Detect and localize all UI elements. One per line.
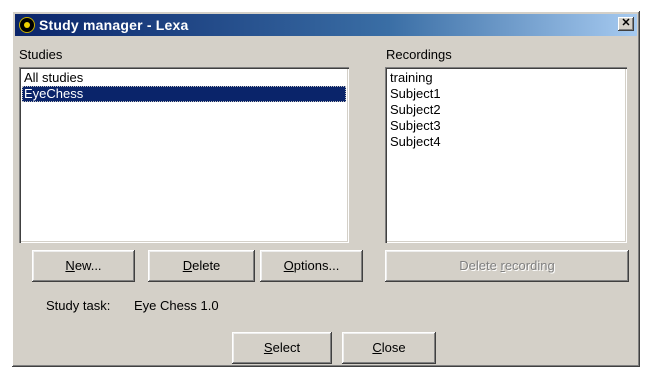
study-manager-window: Study manager - Lexa ✕ Studies Recording… [11, 10, 641, 368]
recordings-list-item[interactable]: Subject1 [388, 86, 624, 102]
recordings-list-item[interactable]: Subject4 [388, 134, 624, 150]
studies-label: Studies [19, 47, 63, 62]
app-eye-icon [19, 17, 35, 33]
close-button-label: lose [381, 340, 406, 355]
delete-button-mnemonic: D [182, 258, 193, 273]
delete-recording-button[interactable]: Delete recording [385, 250, 629, 282]
options-button-mnemonic: O [283, 258, 294, 273]
recordings-list-item[interactable]: Subject3 [388, 118, 624, 134]
new-button-mnemonic: N [65, 258, 75, 273]
studies-list-item-selected[interactable]: EyeChess [22, 86, 346, 102]
recordings-list-item[interactable]: training [388, 70, 624, 86]
close-button-mnemonic: C [372, 340, 382, 355]
select-button-mnemonic: S [263, 340, 273, 355]
delete-button[interactable]: Delete [148, 250, 255, 282]
delete-recording-pre: Delete [459, 258, 501, 273]
new-button[interactable]: New... [32, 250, 135, 282]
close-icon[interactable]: ✕ [618, 17, 634, 31]
select-button[interactable]: Select [232, 332, 332, 364]
options-button[interactable]: Options... [260, 250, 363, 282]
new-button-label: ew... [74, 258, 102, 273]
window-title: Study manager - Lexa [39, 17, 189, 33]
delete-button-label: elete [192, 258, 221, 273]
recordings-label: Recordings [386, 47, 452, 62]
recordings-list[interactable]: training Subject1 Subject2 Subject3 Subj… [385, 67, 627, 243]
title-bar[interactable]: Study manager - Lexa ✕ [15, 14, 637, 36]
select-button-label: elect [272, 340, 301, 355]
study-task-value: Eye Chess 1.0 [134, 298, 219, 313]
studies-list-item[interactable]: All studies [22, 70, 346, 86]
study-task-label: Study task: [46, 298, 111, 313]
close-button[interactable]: Close [342, 332, 436, 364]
options-button-label: ptions... [293, 258, 340, 273]
recordings-list-item[interactable]: Subject2 [388, 102, 624, 118]
delete-recording-label: ecording [504, 258, 555, 273]
studies-list[interactable]: All studies EyeChess [19, 67, 349, 243]
